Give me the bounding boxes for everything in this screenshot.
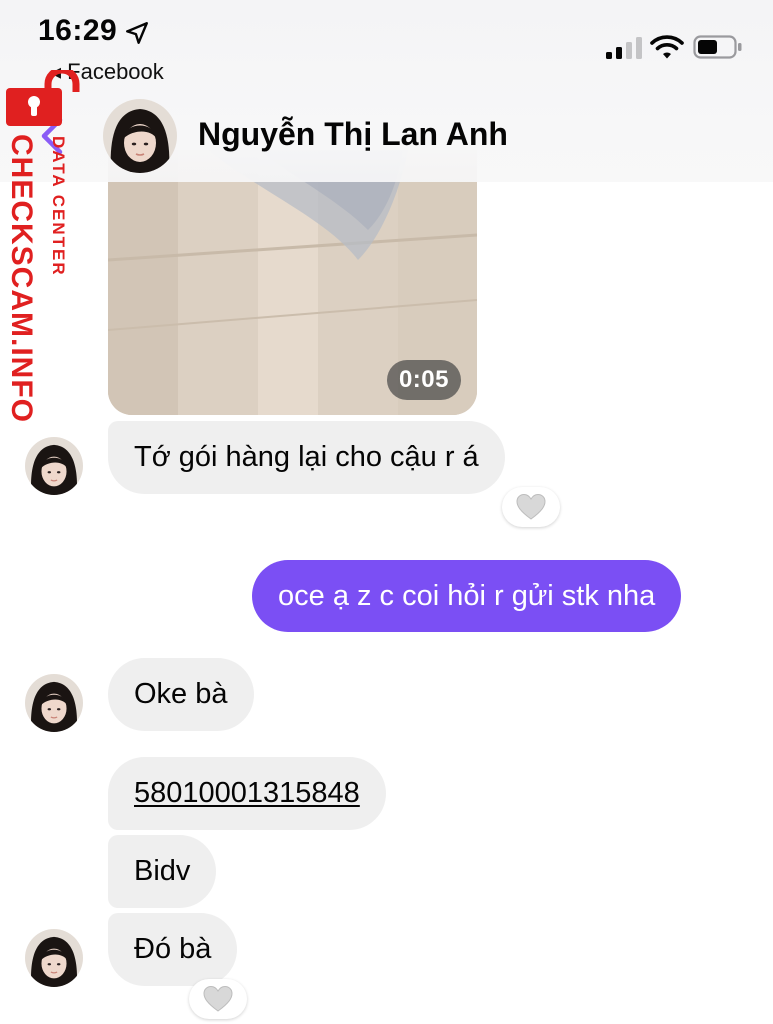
sender-avatar[interactable] [25, 437, 83, 495]
video-message[interactable]: 0:05 [108, 150, 477, 415]
message-text: Tớ gói hàng lại cho cậu r á [134, 441, 479, 473]
watermark-tagline: DATA CENTER [49, 136, 68, 277]
heart-icon [203, 985, 233, 1012]
location-arrow-icon [126, 22, 148, 44]
heart-icon [516, 493, 546, 520]
message-reaction[interactable] [502, 487, 560, 527]
message-text: Oke bà [134, 678, 228, 710]
wifi-icon [650, 35, 684, 59]
watermark-site: CHECKSCAM.INFO [5, 134, 38, 423]
message-incoming[interactable]: Tớ gói hàng lại cho cậu r á [108, 421, 505, 494]
message-incoming[interactable]: Đó bà [108, 913, 238, 986]
message-incoming[interactable]: Bidv [108, 835, 217, 908]
video-duration: 0:05 [386, 360, 461, 400]
lock-logo-icon [6, 70, 80, 126]
contact-name[interactable]: Nguyễn Thị Lan Anh [198, 116, 508, 153]
status-time: 16:29 [38, 14, 118, 47]
sender-avatar[interactable] [25, 929, 83, 987]
message-incoming[interactable]: 58010001315848 [108, 757, 386, 830]
message-reaction[interactable] [189, 979, 247, 1019]
cellular-signal-icon [606, 37, 642, 59]
message-incoming[interactable]: Oke bà [108, 658, 254, 731]
contact-avatar[interactable] [103, 99, 177, 173]
message-text: oce ạ z c coi hỏi r gửi stk nha [278, 579, 656, 612]
battery-icon [693, 35, 742, 59]
account-number-link[interactable]: 58010001315848 [134, 777, 360, 810]
message-text: Bidv [134, 855, 191, 887]
sender-avatar[interactable] [25, 674, 83, 732]
message-outgoing[interactable]: oce ạ z c coi hỏi r gửi stk nha [252, 560, 682, 632]
message-text: Đó bà [134, 933, 212, 965]
